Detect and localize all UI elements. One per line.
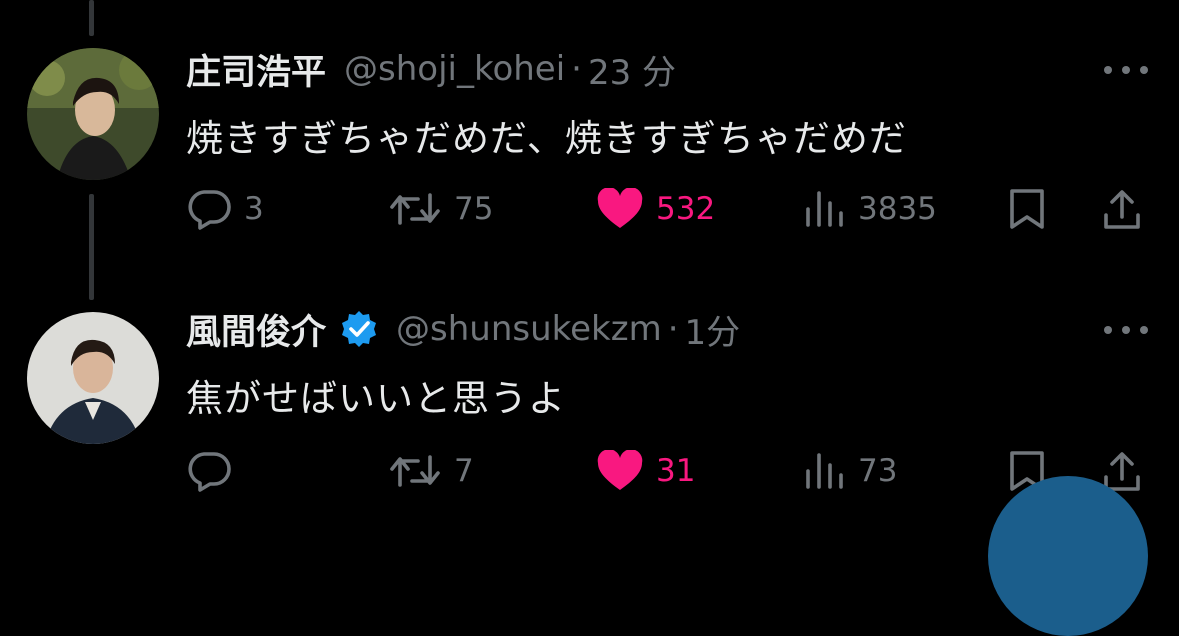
tweet-1[interactable]: 庄司浩平 @shoji_kohei · 23 分 焼きすぎちゃだめだ、焼きすぎち… — [0, 0, 1179, 280]
separator-dot: · — [571, 49, 582, 89]
avatar-kazama[interactable] — [27, 312, 159, 444]
retweet-count: 75 — [454, 191, 494, 227]
compose-fab-button[interactable] — [988, 476, 1148, 636]
views-button[interactable]: 3835 — [804, 184, 937, 234]
tweet-text: 焦がせばいいと思うよ — [186, 377, 566, 420]
heart-filled-icon — [597, 188, 643, 228]
views-button[interactable]: 73 — [804, 446, 897, 496]
user-handle[interactable]: @shoji_kohei — [344, 49, 565, 89]
tweet-header: 風間俊介 @shunsukekzm · 1分 — [186, 304, 740, 354]
reply-icon — [188, 452, 231, 492]
retweet-button[interactable]: 75 — [388, 184, 493, 234]
retweet-icon — [390, 193, 440, 225]
reply-button[interactable]: 3 — [186, 184, 264, 234]
timestamp[interactable]: 1分 — [685, 305, 741, 354]
user-handle[interactable]: @shunsukekzm — [396, 309, 662, 349]
more-dots-icon[interactable] — [1104, 320, 1148, 340]
display-name[interactable]: 庄司浩平 — [186, 44, 326, 95]
tweet-text: 焼きすぎちゃだめだ、焼きすぎちゃだめだ — [186, 117, 907, 160]
like-count: 532 — [656, 191, 716, 227]
verified-badge-icon — [340, 310, 378, 348]
views-bar-chart-icon — [806, 191, 843, 227]
retweet-icon — [390, 455, 440, 487]
share-icon — [1104, 190, 1140, 229]
reply-button[interactable] — [186, 446, 244, 496]
display-name[interactable]: 風間俊介 — [186, 304, 326, 355]
heart-filled-icon — [597, 450, 643, 490]
tweet-2[interactable]: 風間俊介 @shunsukekzm · 1分 焦がせばいいと思うよ 7 31 7… — [0, 280, 1179, 536]
views-bar-chart-icon — [806, 453, 843, 489]
views-count: 73 — [858, 453, 898, 489]
bookmark-button[interactable] — [1008, 184, 1046, 234]
timestamp[interactable]: 23 分 — [588, 45, 676, 94]
reply-icon — [188, 190, 231, 230]
tweet-header: 庄司浩平 @shoji_kohei · 23 分 — [186, 44, 676, 94]
like-button[interactable]: 31 — [596, 446, 695, 496]
reply-count: 3 — [244, 191, 264, 227]
bookmark-icon — [1010, 189, 1044, 229]
share-button[interactable] — [1102, 184, 1142, 234]
avatar-shoji[interactable] — [27, 48, 159, 180]
like-button[interactable]: 532 — [596, 184, 715, 234]
like-count: 31 — [656, 453, 696, 489]
more-dots-icon[interactable] — [1104, 60, 1148, 80]
separator-dot: · — [667, 309, 679, 349]
retweet-count: 7 — [454, 453, 474, 489]
retweet-button[interactable]: 7 — [388, 446, 474, 496]
views-count: 3835 — [858, 191, 937, 227]
